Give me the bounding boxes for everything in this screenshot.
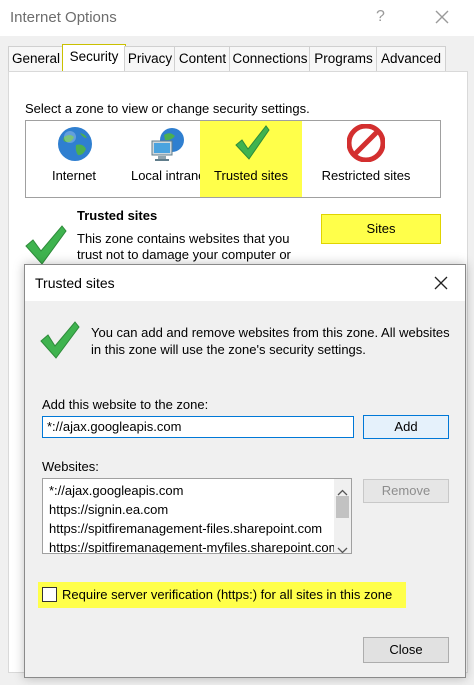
list-item[interactable]: https://spitfiremanagement-myfiles.share… — [49, 540, 339, 553]
zone-description-line: trust not to damage your computer or — [77, 247, 291, 262]
list-item[interactable]: *://ajax.googleapis.com — [49, 483, 183, 498]
tab-programs[interactable]: Programs — [309, 46, 378, 71]
https-verification-row[interactable]: Require server verification (https:) for… — [38, 582, 406, 608]
tab-content[interactable]: Content — [174, 46, 231, 71]
zone-description-line: This zone contains websites that you — [77, 231, 290, 246]
close-icon[interactable] — [430, 5, 454, 29]
dialog-info-text: You can add and remove websites from thi… — [91, 324, 456, 358]
websites-scrollbar[interactable] — [334, 479, 351, 553]
list-item[interactable]: https://signin.ea.com — [49, 502, 168, 517]
dialog-title: Trusted sites — [35, 275, 115, 291]
dialog-title-bar: Trusted sites — [25, 265, 465, 301]
network-computer-icon — [150, 127, 190, 166]
zone-label-restricted-sites: Restricted sites — [321, 168, 411, 183]
tab-privacy[interactable]: Privacy — [124, 46, 176, 71]
close-icon[interactable] — [433, 275, 449, 291]
add-website-label: Add this website to the zone: — [42, 397, 209, 412]
info-line: in this zone will use the zone's securit… — [91, 342, 366, 357]
zone-trusted-sites[interactable]: Trusted sites — [200, 121, 302, 197]
zone-internet[interactable]: Internet — [32, 121, 116, 197]
green-check-icon — [233, 123, 271, 166]
tab-security[interactable]: Security — [62, 44, 126, 74]
zone-heading: Trusted sites — [77, 208, 158, 223]
trusted-sites-dialog: Trusted sites You can add and remove web… — [24, 264, 466, 678]
https-verification-label: Require server verification (https:) for… — [62, 587, 393, 602]
chevron-down-icon[interactable] — [337, 541, 348, 553]
globe-icon — [56, 125, 94, 166]
help-button[interactable]: ? — [376, 8, 385, 26]
zone-instruction: Select a zone to view or change security… — [25, 101, 310, 116]
tab-advanced[interactable]: Advanced — [376, 46, 446, 71]
list-item[interactable]: https://spitfiremanagement-files.sharepo… — [49, 521, 322, 536]
info-line: You can add and remove websites from thi… — [91, 325, 450, 340]
zone-description: This zone contains websites that you tru… — [77, 231, 307, 263]
title-bar: Internet Options ? — [0, 0, 474, 36]
add-button[interactable]: Add — [363, 415, 449, 439]
zone-restricted-sites[interactable]: Restricted sites — [308, 121, 424, 197]
window-title: Internet Options — [10, 9, 117, 26]
green-check-icon — [39, 320, 81, 365]
remove-button[interactable]: Remove — [363, 479, 449, 503]
zone-label-internet: Internet — [51, 168, 97, 183]
no-entry-icon — [346, 123, 386, 165]
zone-list: Internet Local intranet Trusted sites Re… — [25, 120, 441, 198]
https-verification-checkbox[interactable] — [42, 587, 57, 602]
sites-button[interactable]: Sites — [321, 214, 441, 244]
websites-list[interactable]: *://ajax.googleapis.com https://signin.e… — [42, 478, 352, 554]
close-button[interactable]: Close — [363, 637, 449, 663]
tab-general[interactable]: General — [8, 46, 64, 71]
add-website-input[interactable]: *://ajax.googleapis.com — [42, 416, 354, 438]
websites-label: Websites: — [42, 459, 99, 474]
tab-connections[interactable]: Connections — [229, 46, 311, 71]
zone-label-trusted-sites: Trusted sites — [214, 168, 288, 183]
scrollbar-thumb[interactable] — [336, 496, 349, 518]
